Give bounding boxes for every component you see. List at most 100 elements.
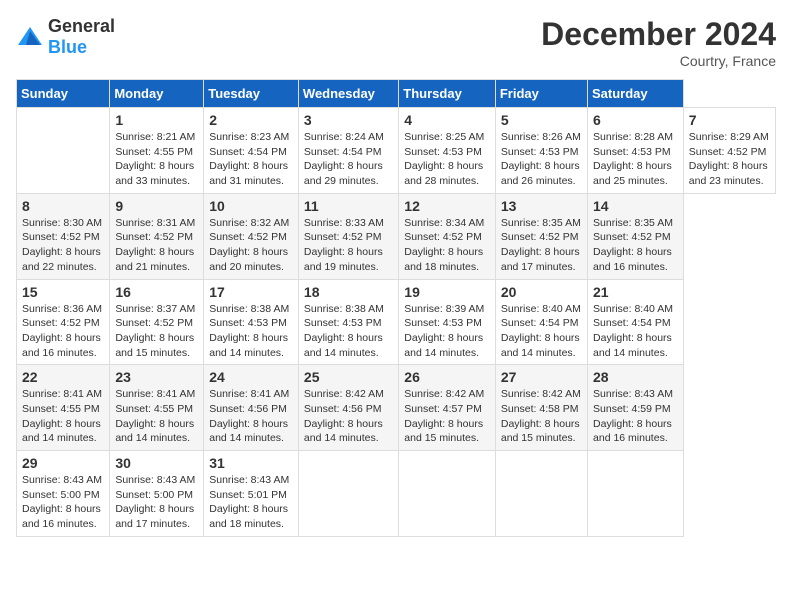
day-detail: Sunrise: 8:30 AMSunset: 4:52 PMDaylight:… — [22, 217, 102, 273]
calendar-cell: 12 Sunrise: 8:34 AMSunset: 4:52 PMDaylig… — [399, 193, 496, 279]
calendar-cell: 10 Sunrise: 8:32 AMSunset: 4:52 PMDaylig… — [204, 193, 299, 279]
day-detail: Sunrise: 8:43 AMSunset: 5:00 PMDaylight:… — [22, 474, 102, 530]
calendar-week-row: 29 Sunrise: 8:43 AMSunset: 5:00 PMDaylig… — [17, 451, 776, 537]
day-detail: Sunrise: 8:26 AMSunset: 4:53 PMDaylight:… — [501, 131, 581, 187]
day-detail: Sunrise: 8:40 AMSunset: 4:54 PMDaylight:… — [593, 303, 673, 359]
calendar-cell — [17, 108, 110, 194]
day-number: 19 — [404, 284, 490, 300]
day-detail: Sunrise: 8:42 AMSunset: 4:58 PMDaylight:… — [501, 388, 581, 444]
day-detail: Sunrise: 8:21 AMSunset: 4:55 PMDaylight:… — [115, 131, 195, 187]
calendar-cell — [399, 451, 496, 537]
day-number: 25 — [304, 369, 393, 385]
day-number: 22 — [22, 369, 104, 385]
day-detail: Sunrise: 8:41 AMSunset: 4:55 PMDaylight:… — [115, 388, 195, 444]
day-number: 15 — [22, 284, 104, 300]
calendar-cell: 6 Sunrise: 8:28 AMSunset: 4:53 PMDayligh… — [588, 108, 684, 194]
calendar-week-row: 22 Sunrise: 8:41 AMSunset: 4:55 PMDaylig… — [17, 365, 776, 451]
calendar-cell: 23 Sunrise: 8:41 AMSunset: 4:55 PMDaylig… — [110, 365, 204, 451]
day-detail: Sunrise: 8:23 AMSunset: 4:54 PMDaylight:… — [209, 131, 289, 187]
day-number: 14 — [593, 198, 678, 214]
calendar-week-row: 1 Sunrise: 8:21 AMSunset: 4:55 PMDayligh… — [17, 108, 776, 194]
calendar-cell: 22 Sunrise: 8:41 AMSunset: 4:55 PMDaylig… — [17, 365, 110, 451]
day-detail: Sunrise: 8:43 AMSunset: 5:00 PMDaylight:… — [115, 474, 195, 530]
day-detail: Sunrise: 8:36 AMSunset: 4:52 PMDaylight:… — [22, 303, 102, 359]
day-detail: Sunrise: 8:29 AMSunset: 4:52 PMDaylight:… — [689, 131, 769, 187]
calendar-cell: 2 Sunrise: 8:23 AMSunset: 4:54 PMDayligh… — [204, 108, 299, 194]
calendar-cell: 14 Sunrise: 8:35 AMSunset: 4:52 PMDaylig… — [588, 193, 684, 279]
day-number: 29 — [22, 455, 104, 471]
calendar-cell: 29 Sunrise: 8:43 AMSunset: 5:00 PMDaylig… — [17, 451, 110, 537]
day-detail: Sunrise: 8:42 AMSunset: 4:57 PMDaylight:… — [404, 388, 484, 444]
day-of-week-header: Thursday — [399, 80, 496, 108]
day-number: 18 — [304, 284, 393, 300]
logo-icon — [16, 23, 44, 51]
day-number: 3 — [304, 112, 393, 128]
calendar-cell: 13 Sunrise: 8:35 AMSunset: 4:52 PMDaylig… — [495, 193, 587, 279]
logo: General Blue — [16, 16, 115, 58]
title-area: December 2024 Courtry, France — [541, 16, 776, 69]
day-of-week-header: Saturday — [588, 80, 684, 108]
day-number: 6 — [593, 112, 678, 128]
calendar-cell: 11 Sunrise: 8:33 AMSunset: 4:52 PMDaylig… — [298, 193, 398, 279]
day-of-week-header: Friday — [495, 80, 587, 108]
day-of-week-header: Wednesday — [298, 80, 398, 108]
day-detail: Sunrise: 8:41 AMSunset: 4:55 PMDaylight:… — [22, 388, 102, 444]
calendar-cell: 21 Sunrise: 8:40 AMSunset: 4:54 PMDaylig… — [588, 279, 684, 365]
day-number: 4 — [404, 112, 490, 128]
calendar-cell: 16 Sunrise: 8:37 AMSunset: 4:52 PMDaylig… — [110, 279, 204, 365]
day-number: 2 — [209, 112, 293, 128]
calendar-table: SundayMondayTuesdayWednesdayThursdayFrid… — [16, 79, 776, 537]
day-detail: Sunrise: 8:35 AMSunset: 4:52 PMDaylight:… — [501, 217, 581, 273]
day-detail: Sunrise: 8:24 AMSunset: 4:54 PMDaylight:… — [304, 131, 384, 187]
day-number: 21 — [593, 284, 678, 300]
calendar-cell: 25 Sunrise: 8:42 AMSunset: 4:56 PMDaylig… — [298, 365, 398, 451]
day-number: 5 — [501, 112, 582, 128]
day-detail: Sunrise: 8:28 AMSunset: 4:53 PMDaylight:… — [593, 131, 673, 187]
day-number: 28 — [593, 369, 678, 385]
calendar-cell — [588, 451, 684, 537]
day-number: 20 — [501, 284, 582, 300]
day-number: 31 — [209, 455, 293, 471]
calendar-cell: 5 Sunrise: 8:26 AMSunset: 4:53 PMDayligh… — [495, 108, 587, 194]
calendar-cell: 28 Sunrise: 8:43 AMSunset: 4:59 PMDaylig… — [588, 365, 684, 451]
calendar-cell: 1 Sunrise: 8:21 AMSunset: 4:55 PMDayligh… — [110, 108, 204, 194]
calendar-cell: 27 Sunrise: 8:42 AMSunset: 4:58 PMDaylig… — [495, 365, 587, 451]
day-number: 8 — [22, 198, 104, 214]
day-of-week-header: Monday — [110, 80, 204, 108]
day-detail: Sunrise: 8:33 AMSunset: 4:52 PMDaylight:… — [304, 217, 384, 273]
logo-text: General Blue — [48, 16, 115, 58]
logo-general: General — [48, 16, 115, 36]
day-detail: Sunrise: 8:38 AMSunset: 4:53 PMDaylight:… — [304, 303, 384, 359]
header: General Blue December 2024 Courtry, Fran… — [16, 16, 776, 69]
day-number: 1 — [115, 112, 198, 128]
day-number: 17 — [209, 284, 293, 300]
calendar-week-row: 15 Sunrise: 8:36 AMSunset: 4:52 PMDaylig… — [17, 279, 776, 365]
day-number: 16 — [115, 284, 198, 300]
calendar-cell: 24 Sunrise: 8:41 AMSunset: 4:56 PMDaylig… — [204, 365, 299, 451]
calendar-cell: 17 Sunrise: 8:38 AMSunset: 4:53 PMDaylig… — [204, 279, 299, 365]
calendar-week-row: 8 Sunrise: 8:30 AMSunset: 4:52 PMDayligh… — [17, 193, 776, 279]
calendar-header-row: SundayMondayTuesdayWednesdayThursdayFrid… — [17, 80, 776, 108]
day-detail: Sunrise: 8:38 AMSunset: 4:53 PMDaylight:… — [209, 303, 289, 359]
calendar-cell — [495, 451, 587, 537]
calendar-cell: 30 Sunrise: 8:43 AMSunset: 5:00 PMDaylig… — [110, 451, 204, 537]
calendar-cell: 7 Sunrise: 8:29 AMSunset: 4:52 PMDayligh… — [683, 108, 775, 194]
day-number: 23 — [115, 369, 198, 385]
day-number: 12 — [404, 198, 490, 214]
calendar-cell: 20 Sunrise: 8:40 AMSunset: 4:54 PMDaylig… — [495, 279, 587, 365]
day-number: 13 — [501, 198, 582, 214]
day-detail: Sunrise: 8:32 AMSunset: 4:52 PMDaylight:… — [209, 217, 289, 273]
day-detail: Sunrise: 8:25 AMSunset: 4:53 PMDaylight:… — [404, 131, 484, 187]
day-detail: Sunrise: 8:40 AMSunset: 4:54 PMDaylight:… — [501, 303, 581, 359]
day-detail: Sunrise: 8:43 AMSunset: 4:59 PMDaylight:… — [593, 388, 673, 444]
calendar-cell: 9 Sunrise: 8:31 AMSunset: 4:52 PMDayligh… — [110, 193, 204, 279]
day-detail: Sunrise: 8:37 AMSunset: 4:52 PMDaylight:… — [115, 303, 195, 359]
day-number: 7 — [689, 112, 770, 128]
logo-blue: Blue — [48, 37, 87, 57]
day-number: 27 — [501, 369, 582, 385]
calendar-cell: 3 Sunrise: 8:24 AMSunset: 4:54 PMDayligh… — [298, 108, 398, 194]
day-number: 26 — [404, 369, 490, 385]
day-of-week-header: Sunday — [17, 80, 110, 108]
calendar-cell — [298, 451, 398, 537]
calendar-cell: 26 Sunrise: 8:42 AMSunset: 4:57 PMDaylig… — [399, 365, 496, 451]
